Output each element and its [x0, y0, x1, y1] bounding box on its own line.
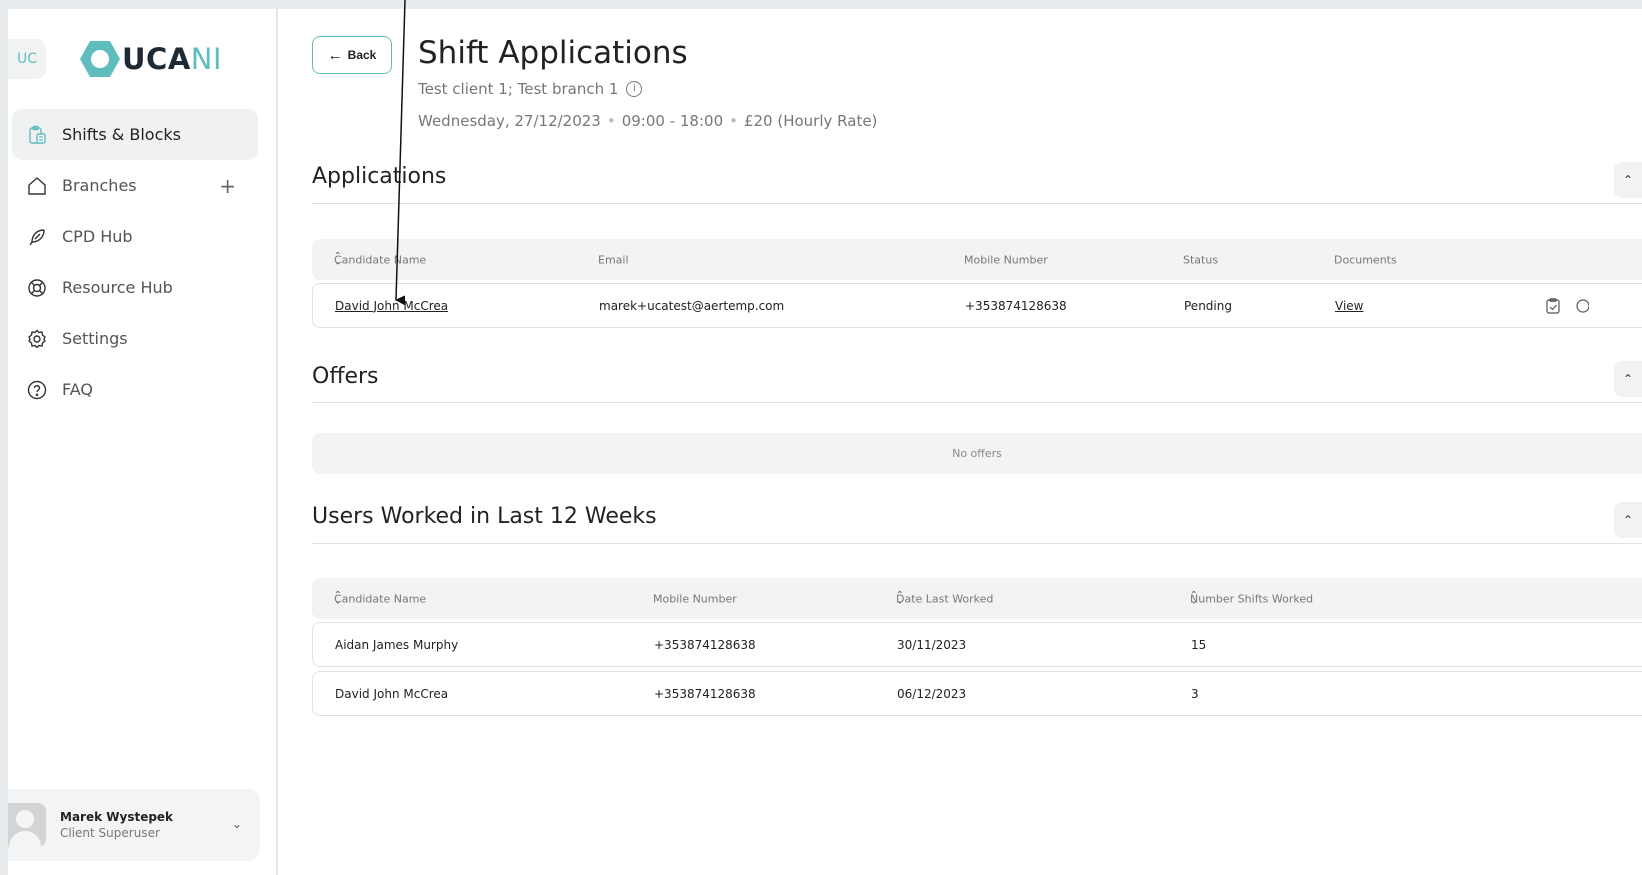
shift-location: Test client 1; Test branch 1 i: [418, 80, 643, 98]
avatar: [8, 803, 46, 847]
logo-row: UC UCANI: [8, 39, 222, 79]
user-menu[interactable]: Marek Wystepek Client Superuser ⌄: [8, 789, 260, 861]
column-mobile: Mobile Number: [964, 253, 1048, 266]
sidebar-item-branches[interactable]: Branches +: [12, 160, 258, 211]
info-icon[interactable]: i: [626, 81, 643, 97]
sidebar-toggle-badge[interactable]: UC: [8, 39, 46, 79]
candidate-name-link[interactable]: David John McCrea: [335, 299, 448, 313]
page-title: Shift Applications: [418, 35, 688, 71]
worked-title: Users Worked in Last 12 Weeks: [312, 504, 657, 529]
sidebar: UC UCANI Shifts & Blocks Branches + CPD …: [8, 9, 278, 875]
sidebar-item-label: Resource Hub: [62, 278, 173, 297]
table-row: David John McCrea +353874128638 06/12/20…: [312, 671, 1642, 716]
sidebar-item-label: Shifts & Blocks: [62, 125, 181, 144]
applications-table-header: ⌃ ⌄ Candidate Name Email Mobile Number Sta…: [312, 239, 1642, 280]
gear-icon: [26, 328, 48, 350]
column-documents: Documents: [1334, 253, 1397, 266]
worker-shifts: 15: [1191, 637, 1207, 652]
worker-shifts: 3: [1191, 686, 1199, 701]
column-status: Status: [1183, 253, 1219, 266]
user-role: Client Superuser: [60, 826, 160, 840]
add-branch-button[interactable]: +: [219, 174, 236, 198]
arrow-left-icon: ←: [327, 46, 343, 64]
divider: [312, 203, 1642, 204]
offers-collapse-button[interactable]: ⌃: [1614, 361, 1642, 397]
sidebar-item-settings[interactable]: Settings: [12, 313, 258, 364]
worker-date: 06/12/2023: [897, 686, 967, 701]
sort-icon: ⌃ ⌄: [896, 590, 904, 607]
logo-text-accent: NI: [190, 42, 223, 76]
user-name: Marek Wystepek: [60, 810, 174, 824]
worker-date: 30/11/2023: [897, 637, 967, 652]
offers-empty-state: No offers: [312, 433, 1642, 474]
sort-icon: ⌃ ⌄: [334, 251, 342, 268]
sort-icon: ⌃ ⌄: [334, 590, 342, 607]
applications-title: Applications: [312, 164, 447, 189]
candidate-email: marek+ucatest@aertemp.com: [599, 298, 785, 313]
app-window: UC UCANI Shifts & Blocks Branches + CPD …: [8, 9, 1642, 875]
shift-rate: £20 (Hourly Rate): [743, 112, 878, 130]
sidebar-item-resource-hub[interactable]: Resource Hub: [12, 262, 258, 313]
divider: [312, 543, 1642, 544]
shift-time: 09:00 - 18:00: [621, 112, 724, 130]
help-circle-icon: [26, 379, 48, 401]
reject-icon[interactable]: [1575, 298, 1589, 314]
documents-view-link[interactable]: View: [1335, 299, 1363, 313]
back-button[interactable]: ← Back: [312, 36, 392, 74]
accept-clipboard-icon[interactable]: [1546, 297, 1560, 314]
column-candidate-name[interactable]: ⌃ ⌄ Candidate Name: [334, 251, 426, 268]
applications-collapse-button[interactable]: ⌃: [1614, 162, 1642, 198]
ucani-logo[interactable]: UCANI: [80, 40, 222, 78]
worker-mobile: +353874128638: [654, 637, 756, 652]
shift-date: Wednesday, 27/12/2023: [418, 112, 601, 130]
candidate-mobile: +353874128638: [965, 298, 1067, 313]
shift-meta: Wednesday, 27/12/2023 • 09:00 - 18:00 • £20 …: [418, 112, 878, 130]
column-candidate-name[interactable]: ⌃ ⌄ Candidate Name: [334, 590, 426, 607]
worker-name: Aidan James Murphy: [335, 637, 459, 652]
sidebar-nav: Shifts & Blocks Branches + CPD Hub Resou…: [12, 109, 258, 415]
column-shifts-worked[interactable]: ⌃ ⌄ Number Shifts Worked: [1190, 590, 1313, 607]
worked-collapse-button[interactable]: ⌃: [1614, 502, 1642, 538]
worker-name: David John McCrea: [335, 686, 449, 701]
sidebar-item-shifts-blocks[interactable]: Shifts & Blocks: [12, 109, 258, 160]
sidebar-item-label: Branches: [62, 176, 137, 195]
clipboard-icon: [26, 124, 48, 146]
logo-text-main: UCA: [122, 42, 191, 76]
sidebar-item-label: Settings: [62, 329, 128, 348]
hexagon-logo-icon: [80, 41, 120, 77]
column-mobile: Mobile Number: [653, 592, 737, 605]
sidebar-item-cpd-hub[interactable]: CPD Hub: [12, 211, 258, 262]
main-content: ← Back Shift Applications Test client 1;…: [278, 9, 1642, 875]
worker-mobile: +353874128638: [654, 686, 756, 701]
column-date-last-worked[interactable]: ⌃ ⌄ Date Last Worked: [896, 590, 993, 607]
sidebar-item-label: FAQ: [62, 380, 93, 399]
back-label: Back: [347, 48, 377, 62]
table-row: David John McCrea marek+ucatest@aertemp.…: [312, 283, 1642, 328]
home-icon: [26, 175, 48, 197]
sort-icon: ⌃ ⌄: [1190, 590, 1198, 607]
worked-table-header: ⌃ ⌄ Candidate Name Mobile Number ⌃ ⌄ Date La…: [312, 578, 1642, 619]
offers-title: Offers: [312, 364, 379, 389]
table-row: Aidan James Murphy +353874128638 30/11/2…: [312, 622, 1642, 667]
chevron-down-icon[interactable]: ⌄: [232, 817, 242, 831]
lifebuoy-icon: [26, 277, 48, 299]
feather-icon: [26, 226, 48, 248]
divider: [312, 402, 1642, 403]
application-status: Pending: [1184, 298, 1232, 313]
column-email: Email: [598, 253, 629, 266]
sidebar-item-label: CPD Hub: [62, 227, 133, 246]
sidebar-item-faq[interactable]: FAQ: [12, 364, 258, 415]
client-branch-text: Test client 1; Test branch 1: [418, 80, 619, 98]
